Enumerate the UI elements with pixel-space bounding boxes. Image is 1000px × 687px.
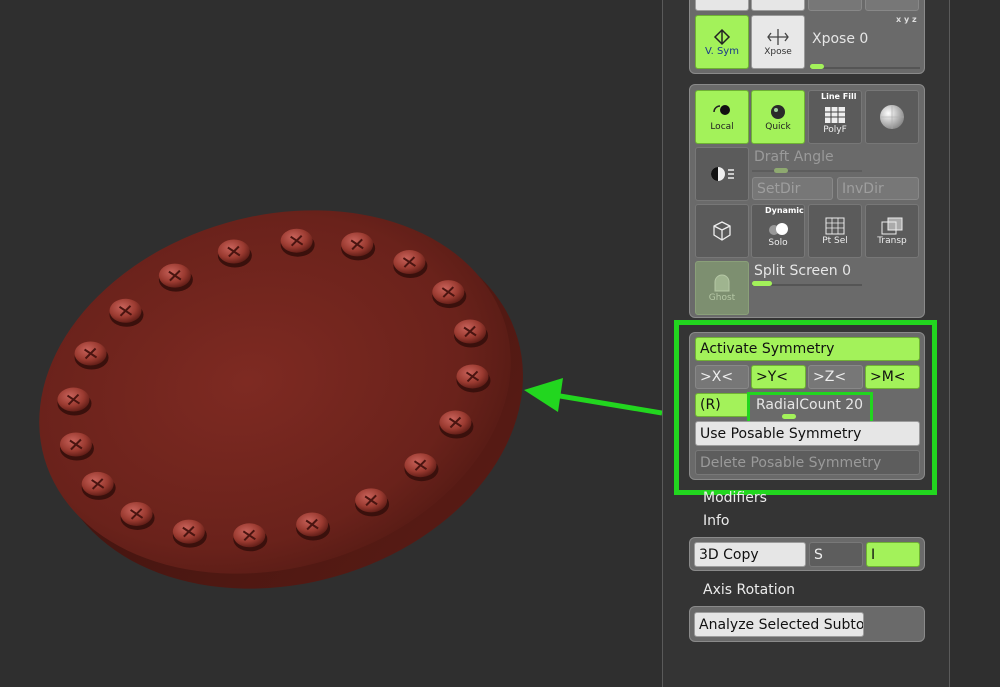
split-screen-knob[interactable] (752, 281, 772, 286)
polyframe-icon (825, 107, 845, 123)
quick-label: Quick (765, 122, 791, 132)
solo-label: Solo (768, 238, 788, 248)
setdir-button[interactable]: SetDir (752, 177, 833, 200)
dynamic-label: Dynamic (765, 206, 804, 215)
transp-label: Transp (877, 236, 907, 246)
vsym-icon (713, 28, 731, 45)
xpose-icon (767, 29, 789, 45)
polyf-label: PolyF (823, 125, 847, 135)
draft-analysis-button[interactable] (695, 147, 749, 201)
cube-icon (713, 221, 731, 241)
viewcube-button[interactable] (695, 204, 749, 258)
top-button-2[interactable] (751, 0, 805, 11)
contrast-icon (711, 167, 734, 181)
axis-marks: x y z (896, 15, 917, 24)
material-sphere-button[interactable] (865, 90, 919, 144)
split-screen-label: Split Screen 0 (754, 263, 851, 279)
analyze-selected-subtool-button[interactable]: Analyze Selected Subtool (694, 612, 864, 637)
top-button-4[interactable] (865, 0, 919, 11)
i-button[interactable]: I (866, 542, 920, 567)
solo-button[interactable]: Dynamic Solo (751, 204, 805, 258)
quick-icon (771, 105, 785, 119)
local-icon (713, 105, 730, 115)
ptsel-button[interactable]: Pt Sel (808, 204, 862, 258)
s-button[interactable]: S (809, 542, 863, 567)
arrow-head (524, 378, 563, 412)
draft-angle-track[interactable] (752, 170, 862, 172)
xpose-slider-label: Xpose 0 (812, 31, 869, 47)
modifiers-section[interactable]: Modifiers (703, 490, 767, 506)
polyf-button[interactable]: Line Fill PolyF (808, 90, 862, 144)
solo-icon (769, 223, 788, 235)
symmetry-top-group: x y z V. Sym Xpose Xpose 0 (689, 0, 925, 74)
3d-viewport[interactable] (0, 0, 662, 687)
tool-panel: x y z V. Sym Xpose Xpose 0 Local Quick L… (662, 0, 950, 687)
xpose-button[interactable]: Xpose (751, 15, 805, 69)
line-fill-label: Line Fill (821, 92, 857, 101)
quick-button[interactable]: Quick (751, 90, 805, 144)
ghost-icon (714, 274, 730, 292)
copy-group: 3D Copy S I (689, 537, 925, 571)
transparency-icon (881, 217, 903, 235)
transform-group: Local Quick Line Fill PolyF Draft Angle … (689, 84, 925, 318)
radial-symmetry-disc-model (39, 210, 662, 589)
vsym-label: V. Sym (705, 45, 739, 57)
ptsel-label: Pt Sel (822, 236, 848, 246)
invdir-button[interactable]: InvDir (837, 177, 919, 200)
local-button[interactable]: Local (695, 90, 749, 144)
top-button-3[interactable] (808, 0, 862, 11)
ghost-button[interactable]: Ghost (695, 261, 749, 315)
symmetry-highlight-frame (674, 320, 937, 495)
transp-button[interactable]: Transp (865, 204, 919, 258)
draft-angle-knob[interactable] (774, 168, 788, 173)
top-button-1[interactable] (695, 0, 749, 11)
xpose-slider-track[interactable] (810, 67, 920, 69)
vsym-button[interactable]: V. Sym (695, 15, 749, 69)
xpose-icon-label: Xpose (764, 47, 792, 57)
axis-rotation-section[interactable]: Axis Rotation (703, 582, 795, 598)
3d-copy-button[interactable]: 3D Copy (694, 542, 806, 567)
ghost-label: Ghost (708, 293, 736, 303)
analyze-group: Analyze Selected Subtool (689, 606, 925, 642)
sphere-grid-icon (880, 105, 904, 129)
point-select-icon (825, 217, 845, 235)
info-section[interactable]: Info (703, 513, 730, 529)
xpose-slider-knob[interactable] (810, 64, 824, 69)
local-label: Local (710, 122, 734, 132)
arrow-line (559, 393, 662, 416)
draft-angle-label: Draft Angle (754, 149, 834, 165)
